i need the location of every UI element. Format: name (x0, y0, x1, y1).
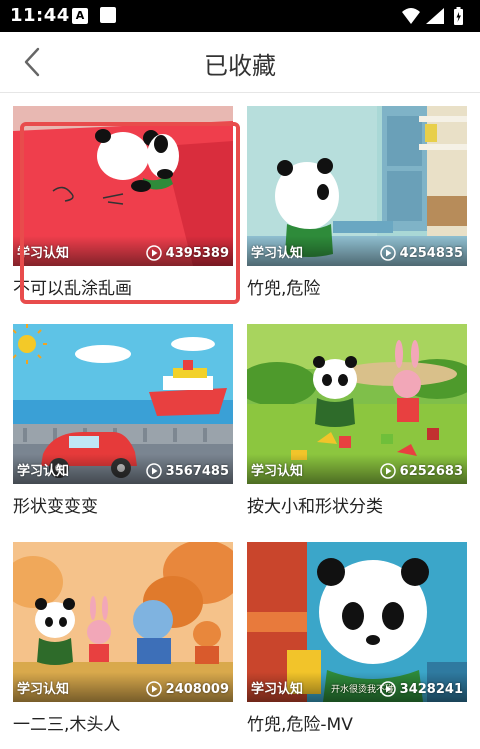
play-circle-icon (145, 681, 162, 697)
play-count: 2408009 (145, 681, 229, 697)
play-count: 6252683 (379, 463, 463, 479)
wifi-icon (402, 8, 420, 24)
video-thumbnail[interactable]: 开水很烫我不碰 学习认知 3428241 (247, 542, 467, 702)
system-status-icons (402, 7, 463, 25)
favorites-grid: 学习认知 4395389 不可以乱涂乱画 学习认知 4254835 竹兜,危险 … (0, 92, 480, 749)
video-thumbnail[interactable]: 学习认知 4395389 (13, 106, 233, 266)
a-app-icon: A (72, 8, 88, 24)
video-title[interactable]: 形状变变变 (13, 492, 233, 517)
play-count: 4395389 (145, 245, 229, 261)
play-circle-icon (379, 463, 396, 479)
video-thumbnail[interactable]: 学习认知 4254835 (247, 106, 467, 266)
play-circle-icon (379, 681, 396, 697)
video-title[interactable]: 按大小和形状分类 (247, 492, 467, 517)
play-count-value: 3567485 (165, 463, 229, 479)
video-thumbnail[interactable]: 学习认知 6252683 (247, 324, 467, 484)
play-count-value: 4254835 (399, 245, 463, 261)
square-app-icon (100, 7, 116, 23)
video-category: 学习认知 (17, 682, 70, 697)
video-category: 学习认知 (251, 682, 304, 697)
video-card[interactable]: 学习认知 2408009 一二三,木头人 (13, 542, 233, 742)
play-count: 4254835 (379, 245, 463, 261)
play-circle-icon (145, 245, 162, 261)
video-card[interactable]: 学习认知 6252683 按大小和形状分类 (247, 324, 467, 524)
play-count-value: 2408009 (165, 681, 229, 697)
play-count: 3567485 (145, 463, 229, 479)
status-time: 11:44 (10, 5, 70, 26)
nav-bar: 已收藏 (0, 32, 480, 93)
battery-icon (454, 7, 463, 25)
play-circle-icon (145, 463, 162, 479)
play-circle-icon (379, 245, 396, 261)
video-title[interactable]: 不可以乱涂乱画 (13, 274, 233, 299)
video-card[interactable]: 开水很烫我不碰 学习认知 3428241 竹兜,危险-MV (247, 542, 467, 742)
video-category: 学习认知 (251, 464, 304, 479)
status-bar: 11:44 A (0, 0, 480, 32)
video-thumbnail[interactable]: 学习认知 3567485 (13, 324, 233, 484)
video-thumbnail[interactable]: 学习认知 2408009 (13, 542, 233, 702)
signal-icon (426, 8, 444, 24)
page-title: 已收藏 (204, 52, 276, 80)
play-count-value: 3428241 (399, 681, 463, 697)
video-title[interactable]: 一二三,木头人 (13, 710, 233, 735)
video-title[interactable]: 竹兜,危险-MV (247, 710, 467, 735)
play-count-value: 6252683 (399, 463, 463, 479)
play-count-value: 4395389 (165, 245, 229, 261)
video-category: 学习认知 (251, 246, 304, 261)
video-card[interactable]: 学习认知 3567485 形状变变变 (13, 324, 233, 524)
video-category: 学习认知 (17, 464, 70, 479)
play-count: 3428241 (379, 681, 463, 697)
video-card[interactable]: 学习认知 4395389 不可以乱涂乱画 (13, 106, 233, 306)
video-card[interactable]: 学习认知 4254835 竹兜,危险 (247, 106, 467, 306)
video-category: 学习认知 (17, 246, 70, 261)
video-title[interactable]: 竹兜,危险 (247, 274, 467, 299)
